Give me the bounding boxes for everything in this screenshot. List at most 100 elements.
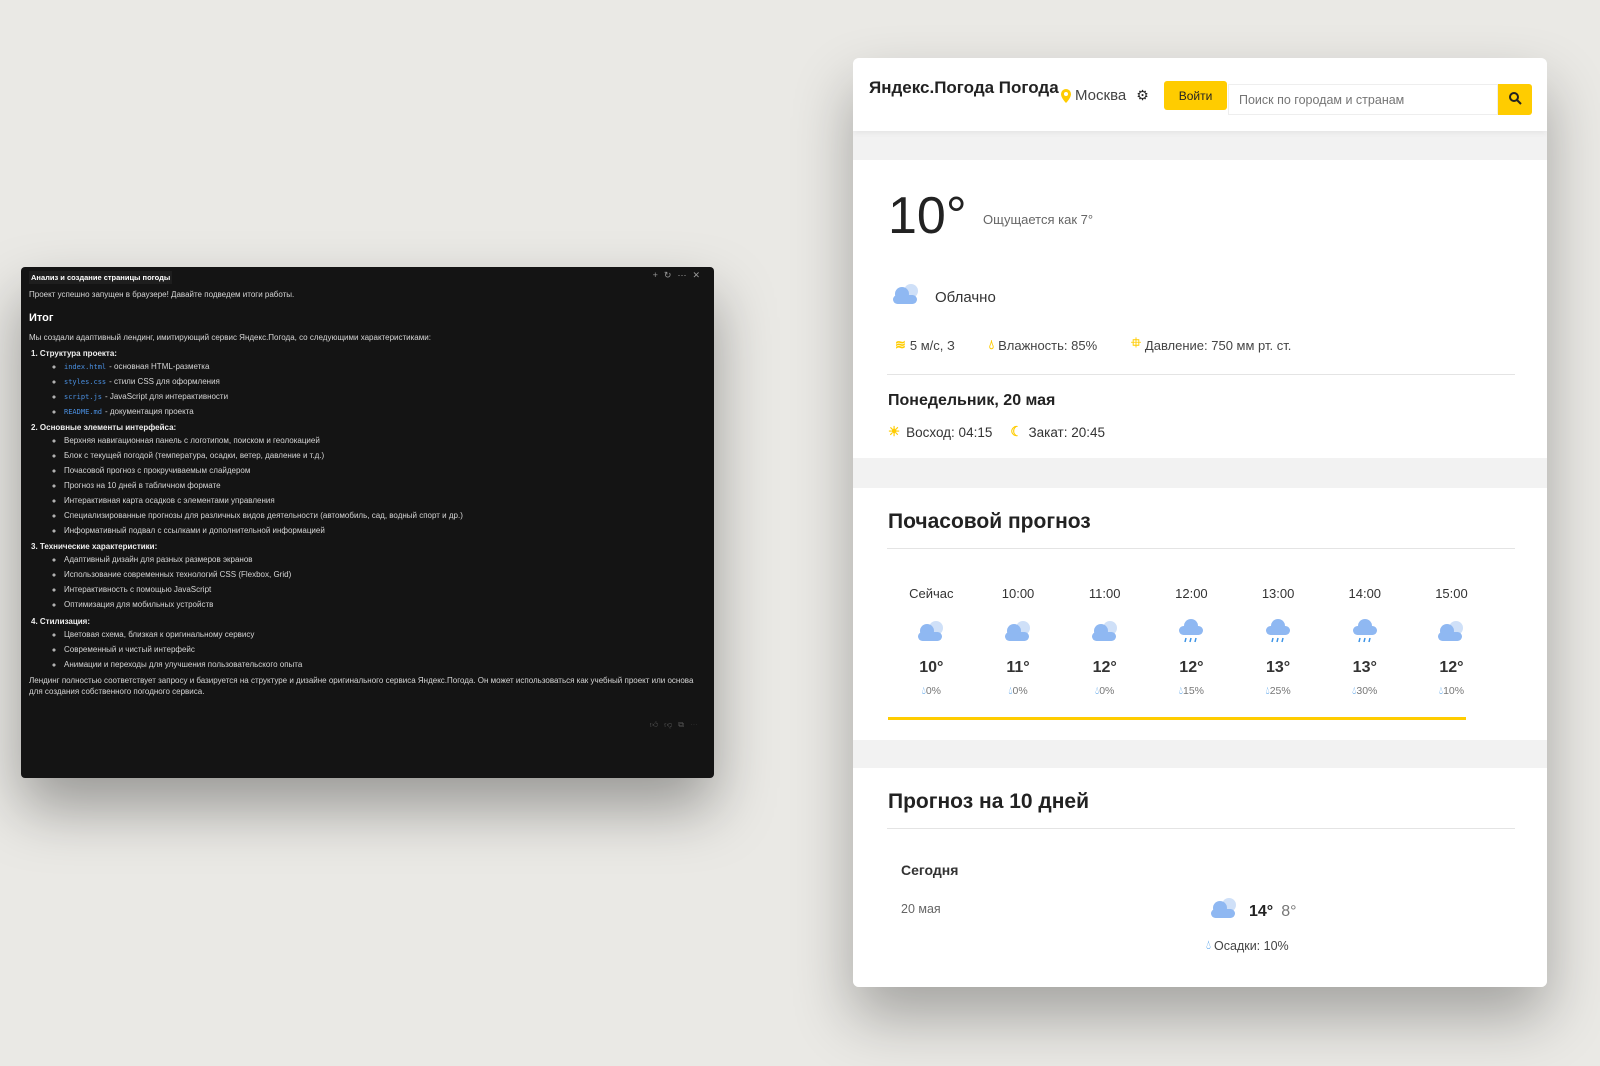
chat-heading: Итог — [29, 312, 54, 324]
item-text: Современный и чистый интерфейс — [64, 644, 195, 654]
chat-panel: Анализ и создание страницы погоды +↻⋯✕ П… — [21, 267, 714, 778]
hour-item: 13:00 13° 💧︎25% — [1235, 586, 1322, 698]
slider-scrollbar[interactable] — [888, 717, 1466, 720]
copy-icon[interactable]: ⧉ — [678, 720, 690, 729]
feedback-icons: 👍︎👎︎⧉⋯ — [650, 720, 704, 730]
hour-temp: 12° — [1092, 659, 1117, 676]
condition: Облачно — [889, 282, 996, 312]
item-text: Цветовая схема, близкая к оригинальному … — [64, 629, 255, 639]
chat-title: Анализ и создание страницы погоды — [29, 271, 173, 284]
thumbs-down-icon[interactable]: 👎︎ — [664, 720, 678, 729]
more-icon[interactable]: ⋯ — [677, 270, 692, 280]
list-item: README.md- документация проекта — [64, 407, 706, 417]
item-text: Специализированные прогнозы для различны… — [64, 511, 463, 521]
hour-item: Сейчас 10° 💧︎0% — [888, 586, 975, 698]
list-item: Адаптивный дизайн для разных размеров эк… — [64, 555, 706, 565]
condition-text: Облачно — [935, 288, 996, 306]
item-text: Почасовой прогноз с прокручиваемым слайд… — [64, 466, 251, 476]
item-text: Анимации и переходы для улучшения пользо… — [64, 659, 303, 669]
hour-precip: 💧︎25% — [1235, 685, 1322, 698]
new-chat-icon[interactable]: + — [653, 270, 664, 280]
chat-section: 2. Основные элементы интерфейса: Верхняя … — [31, 423, 706, 536]
section-list: Верхняя навигационная панель с логотипом… — [31, 436, 706, 536]
search-input[interactable] — [1228, 84, 1498, 115]
item-text: Адаптивный дизайн для разных размеров эк… — [64, 555, 253, 565]
chat-section: 4. Стилизация: Цветовая схема, близкая к … — [31, 617, 706, 670]
hour-precip: 💧︎15% — [1148, 685, 1235, 698]
list-item: Современный и чистый интерфейс — [64, 645, 706, 655]
login-button[interactable]: Войти — [1164, 81, 1227, 110]
file-name: script.js — [64, 392, 102, 401]
sunset: ☾ Закат: 20:45 — [1010, 424, 1105, 440]
chat-section: 1. Структура проекта: index.html- основна… — [31, 349, 706, 417]
item-text: - документация проекта — [104, 406, 194, 416]
chat-sections: 1. Структура проекта: index.html- основна… — [29, 349, 706, 670]
thumbs-up-icon[interactable]: 👍︎ — [650, 720, 664, 729]
item-text: Использование современных технологий CSS… — [64, 570, 292, 580]
logo[interactable]: Яндекс.Погода Погода — [869, 78, 1059, 98]
file-name: README.md — [64, 407, 102, 416]
list-item: Анимации и переходы для улучшения пользо… — [64, 660, 706, 670]
item-text: - стили CSS для оформления — [109, 376, 220, 386]
chat-conclusion: Лендинг полностью соответствует запросу … — [29, 675, 694, 696]
divider — [887, 828, 1515, 829]
hour-temp: 10° — [919, 659, 944, 676]
humidity-text: Влажность: 85% — [998, 337, 1098, 353]
weather-page: Яндекс.Погода Погода Москва ⚙ Войти 10° … — [853, 58, 1547, 987]
cloud-icon — [888, 611, 975, 653]
rain-icon — [1321, 611, 1408, 653]
hour-time: 13:00 — [1261, 586, 1295, 601]
hour-time: 12:00 — [1175, 586, 1208, 601]
hour-temp: 11° — [1006, 659, 1030, 676]
details: ≋ 5 м/с, З 💧︎ Влажность: 85% ⯐ Давление: 75… — [895, 334, 1291, 356]
section-list: Адаптивный дизайн для разных размеров эк… — [31, 555, 706, 610]
humidity: 💧︎ Влажность: 85% — [989, 334, 1097, 356]
cloud-icon — [1408, 611, 1495, 653]
divider — [887, 548, 1515, 549]
hour-precip: 💧︎0% — [975, 685, 1062, 698]
location[interactable]: Москва ⚙ — [1061, 87, 1149, 104]
section-title: 3. Технические характеристики: — [31, 542, 158, 552]
search-button[interactable] — [1498, 84, 1532, 115]
hour-precip: 💧︎0% — [1061, 685, 1148, 698]
section-title: 4. Стилизация: — [31, 616, 90, 626]
sunset-text: Закат: 20:45 — [1028, 424, 1105, 440]
more-icon[interactable]: ⋯ — [690, 720, 704, 729]
moon-icon: ☾ — [1010, 424, 1023, 439]
list-item: Информативный подвал с ссылками и дополн… — [64, 526, 706, 536]
chat-controls: +↻⋯✕ — [653, 270, 706, 281]
precip-text: Осадки: 10% — [1214, 938, 1289, 953]
list-item: styles.css- стили CSS для оформления — [64, 377, 706, 387]
chat-section: 3. Технические характеристики: Адаптивный… — [31, 542, 706, 610]
current-temp: 10° — [888, 187, 967, 245]
hour-item: 10:00 11° 💧︎0% — [975, 586, 1062, 698]
hourly-slider[interactable]: Сейчас 10° 💧︎0% 10:00 11° 💧︎0% 11:00 12° 💧︎0% 12:… — [888, 586, 1495, 698]
cloud-icon — [889, 282, 923, 312]
item-text: Прогноз на 10 дней в табличном формате — [64, 481, 221, 491]
header: Яндекс.Погода Погода Москва ⚙ Войти — [853, 58, 1547, 131]
list-item: script.js- JavaScript для интерактивност… — [64, 392, 706, 402]
chat-summary: Мы создали адаптивный лендинг, имитирующ… — [29, 333, 431, 342]
high-temp: 14° — [1249, 902, 1274, 920]
pressure-icon: ⯐ — [1131, 335, 1141, 350]
list-item: Оптимизация для мобильных устройств — [64, 600, 706, 610]
hour-item: 12:00 12° 💧︎15% — [1148, 586, 1235, 698]
precip-value: 15% — [1183, 685, 1205, 697]
daily-title: Прогноз на 10 дней — [888, 790, 1089, 813]
wind-text: 5 м/с, З — [909, 337, 955, 353]
section-title: 1. Структура проекта: — [31, 349, 117, 358]
hour-time: Сейчас — [909, 586, 954, 601]
history-icon[interactable]: ↻ — [664, 270, 678, 280]
settings-icon[interactable]: ⚙ — [1136, 87, 1149, 104]
close-icon[interactable]: ✕ — [692, 270, 706, 280]
hourly-forecast-card: Почасовой прогноз Сейчас 10° 💧︎0% 10:00 11° 💧… — [853, 488, 1547, 740]
divider — [887, 374, 1515, 375]
hour-temp: 12° — [1179, 659, 1204, 676]
rain-icon — [1148, 611, 1235, 653]
precip-value: 30% — [1356, 685, 1378, 697]
sun-times: ☀ Восход: 04:15 ☾ Закат: 20:45 — [888, 424, 1105, 440]
drop-icon: 💧︎ — [988, 337, 995, 352]
day-temps: 14° 8° — [1207, 896, 1297, 927]
precip-value: 25% — [1269, 685, 1291, 697]
pin-icon — [1061, 88, 1071, 103]
